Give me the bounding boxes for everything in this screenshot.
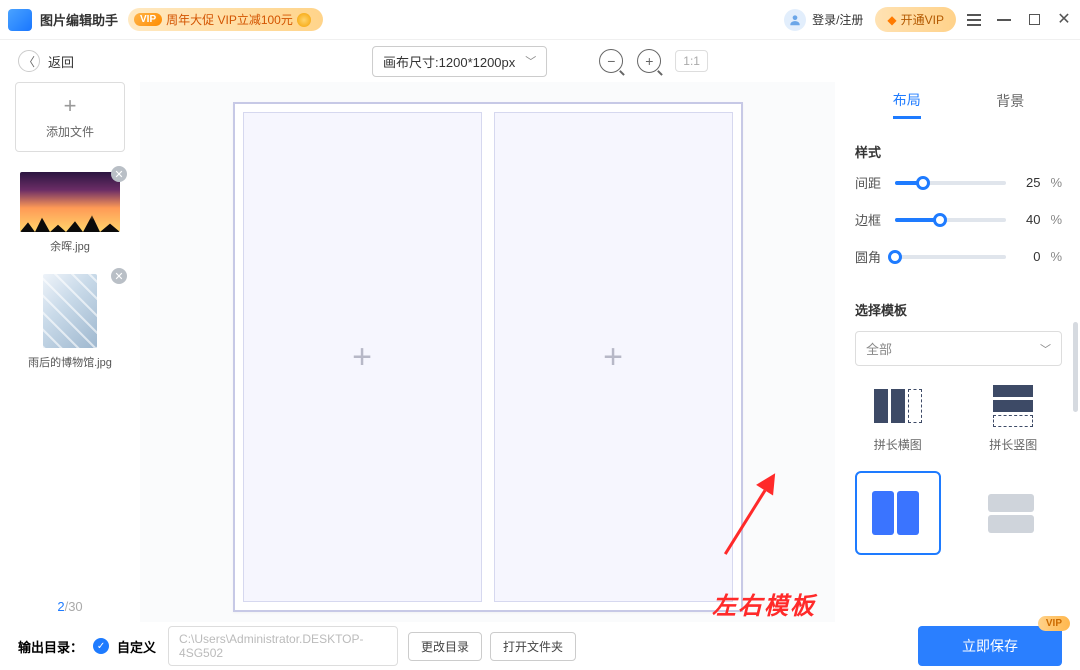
template-filter-select[interactable]: 全部 ﹀ (855, 331, 1062, 366)
radius-value: 0 (1016, 249, 1040, 264)
chevron-down-icon: ﹀ (1040, 341, 1051, 357)
menu-button[interactable] (966, 12, 982, 28)
custom-checkbox[interactable]: ✓ (93, 638, 109, 654)
maximize-button[interactable] (1026, 12, 1042, 28)
pct-sign: % (1050, 249, 1062, 264)
open-dir-button[interactable]: 打开文件夹 (490, 632, 576, 661)
template-icon (868, 384, 928, 428)
vip-badge: VIP (1038, 616, 1070, 631)
zoom-in-button[interactable]: + (637, 49, 661, 73)
template-filter-label: 全部 (866, 339, 892, 358)
custom-label: 自定义 (117, 637, 156, 656)
file-name: 余晖.jpg (15, 238, 125, 254)
plus-icon: + (603, 338, 623, 377)
output-dir-label: 输出目录： (18, 637, 83, 656)
canvas-slot-right[interactable]: + (494, 112, 733, 602)
file-item[interactable]: ✕ 余晖.jpg (15, 172, 125, 254)
remove-file-button[interactable]: ✕ (111, 166, 127, 182)
add-file-label: 添加文件 (46, 123, 94, 140)
file-item[interactable]: ✕ 雨后的博物馆.jpg (15, 274, 125, 370)
file-thumbnail (43, 274, 97, 348)
ratio-button[interactable]: 1:1 (675, 50, 708, 72)
diamond-icon: ◆ (887, 13, 896, 27)
template-section-title: 选择模板 (855, 300, 1062, 319)
border-slider-row: 边框 40 % (855, 210, 1062, 229)
app-title: 图片编辑助手 (40, 10, 118, 29)
output-path-input[interactable]: C:\Users\Administrator.DESKTOP-4SG502 (168, 626, 398, 666)
canvas-slot-left[interactable]: + (243, 112, 482, 602)
file-thumbnail (20, 172, 120, 232)
pct-sign: % (1050, 175, 1062, 190)
coin-icon (297, 13, 311, 27)
file-panel: + 添加文件 ✕ 余晖.jpg ✕ 雨后的博物馆.jpg 2/30 (0, 82, 140, 622)
remove-file-button[interactable]: ✕ (111, 268, 127, 284)
pct-sign: % (1050, 212, 1062, 227)
border-slider[interactable] (895, 218, 1006, 222)
canvas-size-select[interactable]: 画布尺寸:1200*1200px ﹀ (372, 46, 547, 77)
promo-banner[interactable]: VIP 周年大促 VIP立减100元 (128, 8, 323, 31)
app-logo (8, 9, 32, 31)
template-long-vertical[interactable]: 拼长竖图 (971, 384, 1057, 453)
template-top-bottom[interactable] (971, 471, 1057, 555)
change-dir-button[interactable]: 更改目录 (408, 632, 482, 661)
promo-text: 周年大促 VIP立减100元 (166, 11, 293, 28)
template-long-horizontal[interactable]: 拼长横图 (855, 384, 941, 453)
border-label: 边框 (855, 210, 885, 229)
vip-badge-icon: VIP (134, 13, 162, 26)
template-label: 拼长横图 (874, 436, 922, 453)
template-label: 拼长竖图 (989, 436, 1037, 453)
plus-icon: + (352, 338, 372, 377)
spacing-value: 25 (1016, 175, 1040, 190)
file-name: 雨后的博物馆.jpg (15, 354, 125, 370)
radius-slider[interactable] (895, 255, 1006, 259)
bottom-bar: 输出目录： ✓ 自定义 C:\Users\Administrator.DESKT… (0, 622, 1080, 670)
border-value: 40 (1016, 212, 1040, 227)
zoom-out-button[interactable]: − (599, 49, 623, 73)
back-label[interactable]: 返回 (48, 52, 74, 71)
annotation-text: 左右模板 (712, 586, 816, 621)
minimize-button[interactable] (996, 12, 1012, 28)
spacing-slider-row: 间距 25 % (855, 173, 1062, 192)
style-section-title: 样式 (855, 142, 1062, 161)
open-vip-label: 开通VIP (901, 11, 944, 28)
radius-label: 圆角 (855, 247, 885, 266)
spacing-label: 间距 (855, 173, 885, 192)
page-counter: 2/30 (57, 599, 82, 614)
template-grid: 拼长横图 拼长竖图 (855, 384, 1062, 555)
canvas: + + (233, 102, 743, 612)
title-bar: 图片编辑助手 VIP 周年大促 VIP立减100元 登录/注册 ◆ 开通VIP … (0, 0, 1080, 40)
avatar-icon[interactable] (784, 9, 806, 31)
spacing-slider[interactable] (895, 181, 1006, 185)
page-total: /30 (65, 599, 83, 614)
toolbar: 〈 返回 画布尺寸:1200*1200px ﹀ − + 1:1 (0, 40, 1080, 82)
canvas-size-label: 画布尺寸:1200*1200px (383, 52, 515, 71)
back-button[interactable]: 〈 (18, 50, 40, 72)
close-button[interactable]: ✕ (1056, 12, 1072, 28)
template-icon (981, 491, 1041, 535)
tab-layout[interactable]: 布局 (893, 90, 921, 119)
tab-background[interactable]: 背景 (996, 91, 1024, 117)
save-button[interactable]: 立即保存 (918, 626, 1062, 666)
add-file-button[interactable]: + 添加文件 (15, 82, 125, 152)
open-vip-button[interactable]: ◆ 开通VIP (875, 7, 956, 32)
template-icon (865, 491, 925, 535)
template-left-right[interactable] (855, 471, 941, 555)
page-current: 2 (57, 599, 64, 614)
template-icon (983, 384, 1043, 428)
chevron-down-icon: ﹀ (525, 53, 536, 69)
scrollbar[interactable] (1073, 322, 1078, 412)
plus-icon: + (64, 95, 77, 117)
radius-slider-row: 圆角 0 % (855, 247, 1062, 266)
login-link[interactable]: 登录/注册 (812, 11, 863, 28)
right-panel: 布局 背景 样式 间距 25 % 边框 40 % 圆角 0 % 选择模板 全部 … (835, 82, 1080, 622)
